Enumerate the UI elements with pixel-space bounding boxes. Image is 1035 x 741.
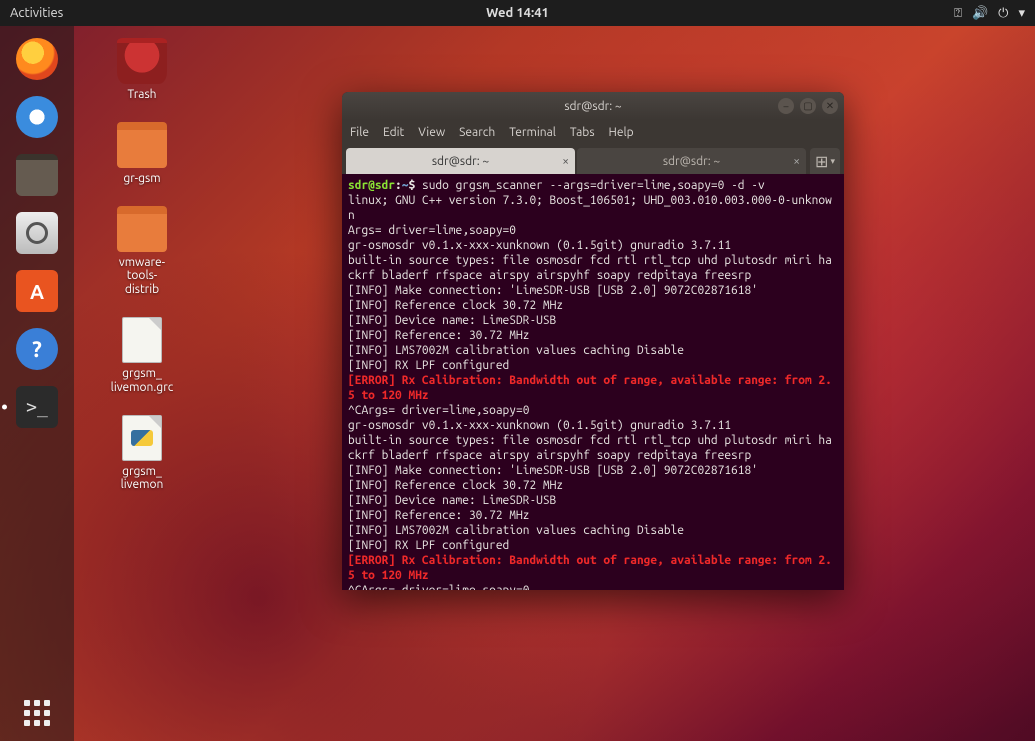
help-icon: ? (16, 328, 58, 370)
terminal-window[interactable]: sdr@sdr: ~ – ▢ ✕ File Edit View Search Termi… (342, 92, 844, 590)
tab-close-icon[interactable]: × (793, 155, 800, 168)
launcher-dock: ? >_ (0, 26, 74, 741)
terminal-menubar: File Edit View Search Terminal Tabs Help (342, 120, 844, 144)
dock-disks[interactable] (12, 208, 62, 258)
prompt-path: ~ (402, 179, 409, 192)
software-center-icon (16, 270, 58, 312)
firefox-icon (16, 38, 58, 80)
terminal-output-line: built-in source types: file osmosdr fcd … (348, 253, 838, 283)
folder-icon (117, 206, 167, 252)
command-text: sudo grgsm_scanner --args=driver=lime,so… (422, 179, 765, 192)
dock-software[interactable] (12, 266, 62, 316)
terminal-error-line: [ERROR] Rx Calibration: Bandwidth out of… (348, 553, 838, 583)
desktop-icon-label: Trash (92, 88, 192, 102)
terminal-tabstrip: sdr@sdr: ~ × sdr@sdr: ~ × ⊞▾ (342, 144, 844, 174)
menu-help[interactable]: Help (609, 126, 634, 139)
disks-icon (16, 212, 58, 254)
new-tab-icon: ⊞ (815, 152, 828, 171)
terminal-output-line: gr-osmosdr v0.1.x-xxx-xunknown (0.1.5git… (348, 238, 838, 253)
menu-search[interactable]: Search (459, 126, 495, 139)
terminal-error-line: [ERROR] Rx Calibration: Bandwidth out of… (348, 373, 838, 403)
window-minimize-button[interactable]: – (778, 98, 794, 114)
desktop-icon-gr-gsm[interactable]: gr-gsm (92, 122, 192, 186)
terminal-output-line: gr-osmosdr v0.1.x-xxx-xunknown (0.1.5git… (348, 418, 838, 433)
terminal-output-line: [INFO] Make connection: 'LimeSDR-USB [US… (348, 283, 838, 298)
desktop-icon-label: gr-gsm (92, 172, 192, 186)
terminal-tab-label: sdr@sdr: ~ (432, 155, 489, 168)
menu-file[interactable]: File (350, 126, 369, 139)
tab-close-icon[interactable]: × (562, 155, 569, 168)
desktop-icon-label: grgsm_ livemon.grc (92, 367, 192, 395)
file-icon (122, 317, 162, 363)
window-close-button[interactable]: ✕ (822, 98, 838, 114)
terminal-output-line: [INFO] Reference clock 30.72 MHz (348, 478, 838, 493)
terminal-icon: >_ (16, 386, 58, 428)
desktop[interactable]: ? >_ Trash gr-gsm vmware- tools- distrib gr… (0, 26, 1035, 741)
terminal-output-line: [INFO] RX LPF configured (348, 358, 838, 373)
menu-tabs[interactable]: Tabs (570, 126, 595, 139)
terminal-output-line: [INFO] Reference clock 30.72 MHz (348, 298, 838, 313)
accessibility-icon[interactable]: ⍰ (954, 6, 962, 21)
desktop-icon-label: vmware- tools- distrib (92, 256, 192, 297)
file-icon (122, 415, 162, 461)
activities-button[interactable]: Activities (10, 6, 63, 20)
dock-thunderbird[interactable] (12, 92, 62, 142)
terminal-output-line: ^CArgs= driver=lime,soapy=0 (348, 583, 838, 590)
terminal-output-line: [INFO] Device name: LimeSDR-USB (348, 493, 838, 508)
dock-files[interactable] (12, 150, 62, 200)
chevron-down-icon[interactable]: ▾ (1018, 6, 1025, 21)
clock[interactable]: Wed 14:41 (486, 6, 549, 20)
power-icon[interactable]: ⏻ (998, 6, 1008, 21)
volume-icon[interactable]: 🔊 (972, 6, 988, 21)
desktop-icon-trash[interactable]: Trash (92, 38, 192, 102)
gnome-topbar: Activities Wed 14:41 ⍰ 🔊 ⏻ ▾ (0, 0, 1035, 26)
thunderbird-icon (16, 96, 58, 138)
desktop-icon-vmware--tools--distrib[interactable]: vmware- tools- distrib (92, 206, 192, 297)
menu-edit[interactable]: Edit (383, 126, 404, 139)
terminal-body[interactable]: sdr@sdr:~$ sudo grgsm_scanner --args=dri… (342, 174, 844, 590)
terminal-output-line: [INFO] RX LPF configured (348, 538, 838, 553)
terminal-output-line: [INFO] LMS7002M calibration values cachi… (348, 523, 838, 538)
window-titlebar[interactable]: sdr@sdr: ~ – ▢ ✕ (342, 92, 844, 120)
terminal-tab-1[interactable]: sdr@sdr: ~ × (577, 148, 806, 174)
dock-help[interactable]: ? (12, 324, 62, 374)
desktop-icon-grgsm_-livemon.grc[interactable]: grgsm_ livemon.grc (92, 317, 192, 395)
window-maximize-button[interactable]: ▢ (800, 98, 816, 114)
terminal-output-line: [INFO] LMS7002M calibration values cachi… (348, 343, 838, 358)
terminal-output-line: built-in source types: file osmosdr fcd … (348, 433, 838, 463)
window-title: sdr@sdr: ~ (564, 100, 621, 113)
menu-terminal[interactable]: Terminal (509, 126, 556, 139)
terminal-output-line: linux; GNU C++ version 7.3.0; Boost_1065… (348, 193, 838, 223)
show-applications-button[interactable] (21, 697, 53, 729)
terminal-output-line: [INFO] Make connection: 'LimeSDR-USB [US… (348, 463, 838, 478)
prompt-user: sdr@sdr (348, 179, 395, 192)
terminal-output-line: [INFO] Reference: 30.72 MHz (348, 508, 838, 523)
terminal-tab-label: sdr@sdr: ~ (663, 155, 720, 168)
dock-firefox[interactable] (12, 34, 62, 84)
new-tab-button[interactable]: ⊞▾ (810, 148, 840, 174)
terminal-output-line: ^CArgs= driver=lime,soapy=0 (348, 403, 838, 418)
terminal-output-line: Args= driver=lime,soapy=0 (348, 223, 838, 238)
menu-view[interactable]: View (418, 126, 445, 139)
folder-icon (117, 122, 167, 168)
desktop-icons: Trash gr-gsm vmware- tools- distrib grgsm_ … (92, 38, 192, 492)
dock-terminal[interactable]: >_ (12, 382, 62, 432)
terminal-output-line: [INFO] Device name: LimeSDR-USB (348, 313, 838, 328)
terminal-output-line: [INFO] Reference: 30.72 MHz (348, 328, 838, 343)
trash-icon (117, 38, 167, 84)
chevron-down-icon: ▾ (830, 156, 835, 167)
desktop-icon-grgsm_-livemon[interactable]: grgsm_ livemon (92, 415, 192, 493)
files-icon (16, 154, 58, 196)
system-tray: ⍰ 🔊 ⏻ ▾ (954, 6, 1025, 21)
desktop-icon-label: grgsm_ livemon (92, 465, 192, 493)
terminal-tab-0[interactable]: sdr@sdr: ~ × (346, 148, 575, 174)
